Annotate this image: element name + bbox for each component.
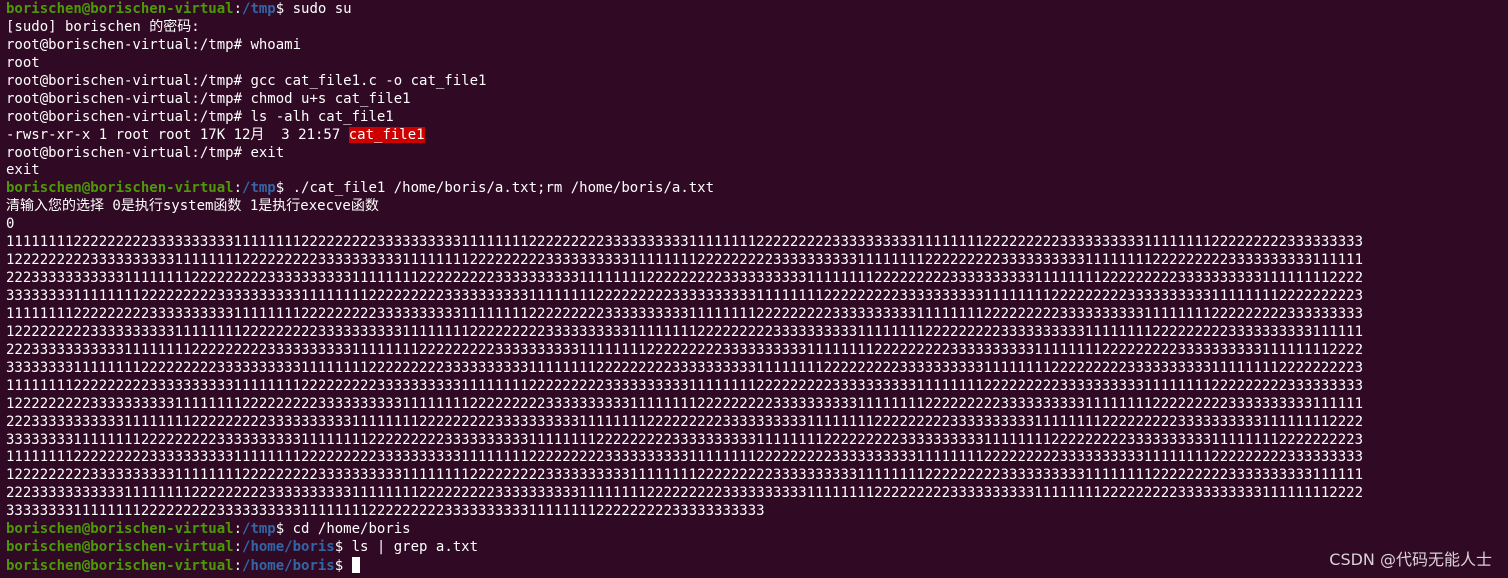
prompt-colon: :	[233, 1, 243, 17]
output-line: exit	[6, 162, 40, 179]
prompt-colon: :	[233, 558, 243, 575]
terminal-line: root@borischen-virtual:/tmp# gcc cat_fil…	[6, 73, 1508, 91]
command-text: chmod u+s cat_file1	[242, 90, 411, 107]
prompt-user: borischen@borischen-virtual	[6, 521, 234, 538]
prompt-path: /home/boris	[242, 558, 335, 575]
command-text: ls | grep a.txt	[343, 539, 479, 556]
program-output-line: 1111111122222222233333333331111111122222…	[6, 305, 1364, 322]
terminal-line: root@borischen-virtual:/tmp# ls -alh cat…	[6, 109, 1508, 127]
prompt-user: borischen@borischen-virtual	[6, 1, 234, 17]
prompt-dollar: $	[275, 180, 285, 197]
terminal-window[interactable]: borischen@borischen-virtual:/tmp$ sudo s…	[0, 0, 1508, 578]
terminal-line: borischen@borischen-virtual:/tmp$ sudo s…	[6, 1, 1508, 19]
text-cursor[interactable]	[351, 557, 360, 574]
terminal-line: borischen@borischen-virtual:/tmp$ cd /ho…	[6, 521, 1508, 539]
prompt-user: borischen@borischen-virtual	[6, 180, 234, 197]
output-line: [sudo] borischen 的密码:	[6, 18, 200, 35]
prompt-dollar: $	[275, 1, 285, 17]
command-text	[343, 558, 351, 574]
terminal-line: root@borischen-virtual:/tmp# chmod u+s c…	[6, 91, 1508, 109]
command-text: exit	[242, 144, 285, 161]
prompt-user: borischen@borischen-virtual	[6, 558, 234, 575]
program-output-line: 3333333311111111222222222333333333311111…	[6, 359, 1364, 376]
output-line: 0	[6, 216, 15, 233]
prompt-path: /tmp	[242, 521, 276, 538]
program-output-line: 2223333333333311111111222222222333333333…	[6, 270, 1364, 287]
program-output-line: 1222222222333333333311111111222222222333…	[6, 467, 1364, 484]
prompt-path: /tmp	[242, 180, 276, 197]
program-output-line: 1222222222333333333311111111222222222333…	[6, 323, 1364, 340]
root-prompt: root@borischen-virtual:/tmp#	[6, 90, 243, 107]
command-text: sudo su	[284, 1, 352, 17]
terminal-line: borischen@borischen-virtual:/tmp$ ./cat_…	[6, 180, 1508, 198]
prompt-path: /home/boris	[242, 539, 335, 556]
prompt-dollar: $	[334, 558, 344, 575]
prompt-colon: :	[233, 180, 243, 197]
command-text: ./cat_file1 /home/boris/a.txt;rm /home/b…	[284, 180, 715, 197]
program-output-line: 1111111122222222233333333331111111122222…	[6, 449, 1364, 466]
program-output-line: 2223333333333311111111222222222333333333…	[6, 341, 1364, 358]
program-output-line: 3333333311111111222222222333333333311111…	[6, 503, 765, 520]
program-output-line: 2223333333333311111111222222222333333333…	[6, 485, 1364, 502]
output-line: -rwsr-xr-x 1 root root 17K 12月 3 21:57 c…	[6, 126, 1508, 145]
output-line: root	[6, 54, 40, 71]
terminal-line: root@borischen-virtual:/tmp# whoami	[6, 37, 1508, 55]
setuid-file-name: cat_file1	[348, 126, 425, 143]
root-prompt: root@borischen-virtual:/tmp#	[6, 144, 243, 161]
command-text: cd /home/boris	[284, 521, 411, 538]
program-output-line: 1222222222333333333311111111222222222333…	[6, 252, 1364, 269]
root-prompt: root@borischen-virtual:/tmp#	[6, 72, 243, 89]
program-output-line: 1222222222333333333311111111222222222333…	[6, 395, 1364, 412]
prompt-dollar: $	[275, 521, 285, 538]
root-prompt: root@borischen-virtual:/tmp#	[6, 36, 243, 53]
program-output-line: 1111111122222222233333333331111111122222…	[6, 377, 1364, 394]
program-output-line: 2223333333333311111111222222222333333333…	[6, 413, 1364, 430]
program-output-line: 3333333311111111222222222333333333311111…	[6, 288, 1364, 304]
command-text: ls -alh cat_file1	[242, 108, 394, 125]
program-output-line: 3333333311111111222222222333333333311111…	[6, 431, 1364, 448]
command-text: whoami	[242, 36, 302, 53]
csdn-watermark: CSDN @代码无能人士	[1329, 550, 1492, 569]
prompt-colon: :	[233, 539, 243, 556]
command-text: gcc cat_file1.c -o cat_file1	[242, 72, 487, 89]
terminal-line: root@borischen-virtual:/tmp# exit	[6, 145, 1508, 163]
program-output-line: 1111111122222222233333333331111111122222…	[6, 234, 1364, 251]
file-listing: -rwsr-xr-x 1 root root 17K 12月 3 21:57	[6, 126, 349, 143]
prompt-colon: :	[233, 521, 243, 538]
prompt-user: borischen@borischen-virtual	[6, 539, 234, 556]
output-line: 清输入您的选择 0是执行system函数 1是执行execve函数	[6, 198, 379, 215]
prompt-dollar: $	[334, 539, 344, 556]
terminal-line: borischen@borischen-virtual:/home/boris$…	[6, 539, 1508, 557]
prompt-path: /tmp	[242, 1, 276, 17]
root-prompt: root@borischen-virtual:/tmp#	[6, 108, 243, 125]
terminal-input-line[interactable]: borischen@borischen-virtual:/home/boris$	[6, 557, 1508, 575]
